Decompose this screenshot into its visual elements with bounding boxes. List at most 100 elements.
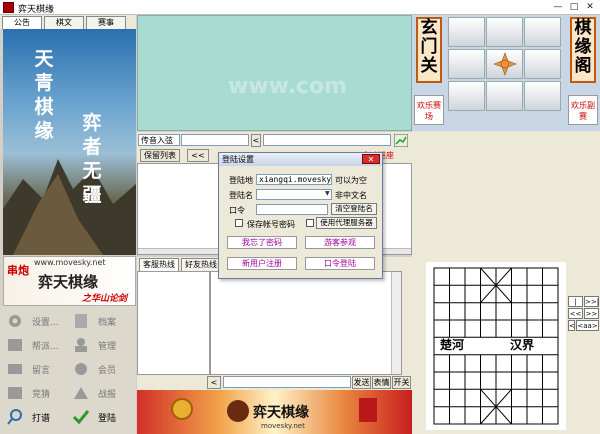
room-happy-sub-arena[interactable]: 欢乐副赛 xyxy=(568,95,598,125)
logo-name: 弈天棋缘 xyxy=(38,273,99,291)
room-cell[interactable] xyxy=(448,17,485,47)
message-button[interactable]: 留言 xyxy=(2,358,68,380)
step-back-button[interactable]: < xyxy=(568,320,575,331)
compass-icon xyxy=(493,52,517,76)
last-move-button[interactable]: >>| xyxy=(584,296,599,307)
magnifier-icon xyxy=(7,409,22,425)
manage-button[interactable]: 管理 xyxy=(68,334,134,356)
server-input[interactable]: xiangqi.movesky.ne xyxy=(256,174,332,185)
chat-input[interactable] xyxy=(223,376,351,388)
room-info-area xyxy=(412,131,600,257)
message-icon xyxy=(8,364,22,374)
clan-button[interactable]: 帮派... xyxy=(2,334,68,356)
password-login-button[interactable]: 口令登陆 xyxy=(305,257,375,270)
dialog-close-button[interactable]: ✕ xyxy=(362,154,380,164)
minimize-button[interactable]: — xyxy=(552,2,564,13)
proxy-checkbox[interactable] xyxy=(306,219,314,227)
first-move-button[interactable]: |<< xyxy=(568,296,583,316)
room-cell[interactable] xyxy=(524,17,561,47)
chat-input-bar: < 发送 表情 开关 xyxy=(137,375,412,390)
member-icon xyxy=(75,363,87,375)
poster-line-2: 弈者无疆 xyxy=(82,112,102,206)
guest-visit-button[interactable]: 游客参观 xyxy=(305,236,375,249)
forgot-password-button[interactable]: 我忘了密码 xyxy=(227,236,297,249)
guess-button[interactable]: 竞猜 xyxy=(2,382,68,404)
settings-label: 设置... xyxy=(32,318,59,328)
chat-scrollbar[interactable] xyxy=(391,272,401,374)
chess-board[interactable]: 楚河 汉界 xyxy=(426,262,566,430)
logo-banner: www.movesky.net 串炮 弈天棋缘 之华山论剑 xyxy=(3,256,136,306)
send-button[interactable]: 发送 xyxy=(352,376,371,389)
prev-move-button[interactable]: << xyxy=(568,308,583,319)
password-label: 口令 xyxy=(229,206,245,215)
title-bar: 弈天棋缘 — □ ✕ xyxy=(0,0,600,15)
save-password-checkbox[interactable] xyxy=(235,219,243,227)
username-hint: 非中文名 xyxy=(335,191,367,200)
settings-button[interactable]: 设置... xyxy=(2,310,68,332)
login-side-label: 登陆 xyxy=(98,414,117,424)
message-label: 留言 xyxy=(32,366,51,376)
logo-url: www.movesky.net xyxy=(34,258,106,267)
clear-username-button[interactable]: 清空登陆名 xyxy=(331,203,377,215)
watch-list-button[interactable]: 保留列表 xyxy=(140,149,180,162)
room-toolbar: 传音入弦 < xyxy=(137,132,412,150)
chat-log xyxy=(210,271,402,375)
battle-report-label: 战报 xyxy=(98,390,117,400)
invite-select[interactable]: 传音入弦 xyxy=(138,134,180,146)
close-button[interactable]: ✕ xyxy=(584,2,596,13)
tab-announcement[interactable]: 公告 xyxy=(2,16,42,29)
username-input[interactable] xyxy=(256,189,332,200)
room-cell[interactable] xyxy=(448,81,485,111)
tab-events[interactable]: 赛事 xyxy=(86,16,126,29)
room-cell[interactable] xyxy=(486,81,523,111)
next-move-button[interactable]: >> xyxy=(584,308,599,319)
room-happy-arena[interactable]: 欢乐赛场 xyxy=(414,95,444,125)
room-cell[interactable] xyxy=(486,17,523,47)
member-button[interactable]: 会员 xyxy=(68,358,134,380)
logo-pieces: 串炮 xyxy=(7,264,29,277)
manage-label: 管理 xyxy=(98,342,117,352)
report-icon xyxy=(74,387,88,399)
room-cell[interactable] xyxy=(524,81,561,111)
proxy-button[interactable]: 使用代理服务器 xyxy=(316,217,377,229)
game-record-button[interactable]: 打谱 xyxy=(2,406,68,428)
contact-list[interactable] xyxy=(137,271,210,375)
register-button[interactable]: 新用户注册 xyxy=(227,257,297,270)
mountain-illustration xyxy=(3,159,136,255)
room-cell[interactable] xyxy=(524,49,561,79)
room-nav-left[interactable]: < xyxy=(251,134,261,147)
chevron-down-icon[interactable]: ▼ xyxy=(325,190,330,197)
seal-stamp xyxy=(359,398,377,422)
tab-chess-articles[interactable]: 棋文 xyxy=(44,16,84,29)
manage-icon xyxy=(75,338,87,352)
room-cell[interactable] xyxy=(448,49,485,79)
side-button-panel: 设置... 档案 帮派... 管理 留言 会员 竞猜 战报 打谱 登陆 xyxy=(0,306,136,434)
guess-label: 竞猜 xyxy=(32,390,51,400)
save-password-label: 保存帐号密码 xyxy=(247,220,295,229)
banner-title: 弈天棋缘 xyxy=(253,405,309,421)
prev-page-button[interactable]: << xyxy=(187,149,209,162)
room-center-cell[interactable] xyxy=(486,49,523,79)
room-select[interactable] xyxy=(181,134,249,146)
profile-button[interactable]: 档案 xyxy=(68,310,134,332)
server-hint: 可以为空 xyxy=(335,176,367,185)
hall-display-area: www.com xyxy=(137,15,412,131)
server-label: 登陆地 xyxy=(229,176,253,185)
bottom-banner: 弈天棋缘 movesky.net xyxy=(137,390,412,434)
toggle-button[interactable]: 开关 xyxy=(392,376,411,389)
chart-icon[interactable] xyxy=(394,134,408,147)
tab-friend-hotline[interactable]: 好友热线 xyxy=(181,258,221,271)
battle-report-button[interactable]: 战报 xyxy=(68,382,134,404)
maximize-button[interactable]: □ xyxy=(568,2,580,13)
moves-button[interactable]: <aa> xyxy=(576,320,599,331)
tab-service-hotline[interactable]: 客服热线 xyxy=(139,258,179,271)
coin-icon xyxy=(171,398,193,420)
chat-nav-left[interactable]: < xyxy=(207,376,221,389)
emote-button[interactable]: 表情 xyxy=(372,376,391,389)
logo-subtitle: 之华山论剑 xyxy=(82,294,128,304)
clan-label: 帮派... xyxy=(32,342,59,352)
login-dialog: 登陆设置 ✕ 登陆地 xiangqi.movesky.ne 可以为空 登陆名 ▼… xyxy=(218,152,383,279)
password-input[interactable] xyxy=(256,204,328,215)
player-select[interactable] xyxy=(263,134,391,146)
login-side-button[interactable]: 登陆 xyxy=(68,406,134,428)
